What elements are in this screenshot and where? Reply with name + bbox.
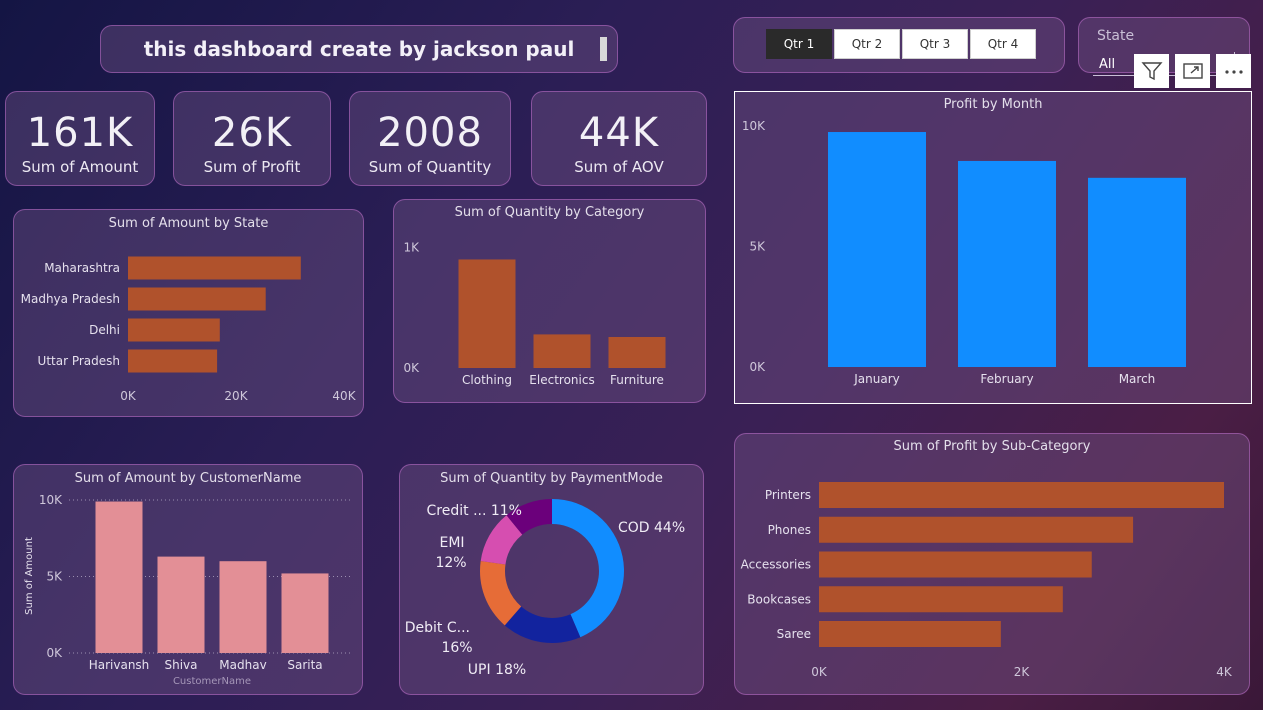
bar bbox=[281, 573, 329, 653]
state-slicer-label: State bbox=[1097, 28, 1135, 44]
kpi-label: Sum of Profit bbox=[203, 158, 301, 176]
category-label: Harivansh bbox=[89, 658, 150, 672]
category-label: Electronics bbox=[529, 373, 594, 387]
quarter-slicer: Qtr 1 Qtr 2 Qtr 3 Qtr 4 bbox=[733, 17, 1065, 73]
text-cursor bbox=[600, 37, 607, 61]
slice-label: COD 44% bbox=[618, 520, 685, 536]
bar bbox=[128, 287, 266, 311]
amount-by-state-svg: Maharashtra Madhya Pradesh Delhi Uttar Prad… bbox=[21, 256, 357, 403]
bar bbox=[1088, 177, 1186, 367]
y-tick-label: 10K bbox=[742, 119, 766, 133]
y-tick-label: 0K bbox=[403, 361, 420, 375]
bar bbox=[819, 586, 1063, 613]
y-tick-label: 0K bbox=[749, 360, 766, 374]
category-label: Maharashtra bbox=[44, 261, 120, 275]
x-tick-label: 20K bbox=[224, 389, 248, 403]
donut-slice bbox=[552, 499, 624, 638]
category-label: Printers bbox=[765, 488, 811, 502]
category-label: Saree bbox=[777, 627, 811, 641]
category-label: Bookcases bbox=[747, 592, 811, 606]
quantity-by-category-svg: Clothing Electronics Furniture 0K 1K bbox=[403, 240, 666, 387]
bar bbox=[458, 259, 516, 368]
y-tick-label: 1K bbox=[403, 240, 420, 254]
bar bbox=[828, 132, 926, 367]
chart-amount-by-customer: Sum of Amount by CustomerName Harivansh S… bbox=[13, 464, 363, 695]
chart-quantity-by-category: Sum of Quantity by Category Clothing Elec… bbox=[393, 199, 706, 403]
x-tick-label: 4K bbox=[1216, 665, 1233, 679]
bar bbox=[819, 516, 1134, 543]
category-label: Phones bbox=[768, 523, 811, 537]
chart-quantity-by-paymentmode: Sum of Quantity by PaymentMode COD 44% UP… bbox=[399, 464, 704, 695]
bar bbox=[219, 561, 267, 653]
x-tick-label: 40K bbox=[332, 389, 356, 403]
bar bbox=[533, 334, 591, 368]
profit-by-month-svg: January February March 0K 5K 10K bbox=[742, 119, 1186, 386]
profit-by-subcategory-svg: Printers Phones Accessories Bookcases Saree 0… bbox=[741, 482, 1233, 679]
amount-by-customer-svg: Harivansh Shiva Madhav Sarita 0K 5K 10K Custome… bbox=[24, 493, 351, 687]
kpi-label: Sum of Quantity bbox=[368, 158, 492, 176]
kpi-value: 26K bbox=[211, 110, 293, 156]
quarter-button-q4[interactable]: Qtr 4 bbox=[970, 29, 1036, 59]
bar bbox=[128, 318, 220, 342]
quarter-button-q1[interactable]: Qtr 1 bbox=[766, 29, 832, 59]
y-tick-label: 5K bbox=[46, 570, 63, 584]
category-label: Madhya Pradesh bbox=[21, 292, 120, 306]
focus-mode-icon[interactable] bbox=[1175, 54, 1210, 88]
category-label: February bbox=[980, 372, 1033, 386]
kpi-value: 44K bbox=[578, 110, 660, 156]
bar bbox=[128, 256, 301, 280]
dashboard-title-card: this dashboard create by jackson paul bbox=[100, 25, 618, 73]
bar bbox=[608, 336, 666, 368]
chart-profit-by-month: Profit by Month January February March 0K 5K… bbox=[734, 91, 1252, 404]
y-tick-label: 0K bbox=[46, 646, 63, 660]
category-label: January bbox=[853, 372, 900, 386]
category-label: Accessories bbox=[741, 558, 811, 572]
bar bbox=[819, 621, 1001, 647]
dashboard-title: this dashboard create by jackson paul bbox=[143, 37, 575, 61]
kpi-card-quantity: 2008 Sum of Quantity bbox=[349, 91, 511, 186]
kpi-value: 2008 bbox=[377, 110, 483, 156]
y-axis-title: Sum of Amount bbox=[24, 537, 35, 615]
category-label: Furniture bbox=[610, 373, 664, 387]
bar bbox=[128, 349, 218, 373]
bar bbox=[157, 556, 205, 653]
kpi-card-profit: 26K Sum of Profit bbox=[173, 91, 331, 186]
slice-label: Debit C... bbox=[405, 620, 470, 636]
category-label: March bbox=[1119, 372, 1156, 386]
quarter-button-q2[interactable]: Qtr 2 bbox=[834, 29, 900, 59]
slice-label: UPI 18% bbox=[468, 662, 526, 678]
chart-amount-by-state: Sum of Amount by State Maharashtra Madhya… bbox=[13, 209, 364, 417]
kpi-label: Sum of AOV bbox=[574, 158, 664, 176]
category-label: Uttar Pradesh bbox=[38, 354, 120, 368]
paymentmode-donut-svg: COD 44% UPI 18% Debit C... 16% EMI 12% Credit … bbox=[405, 499, 685, 678]
category-label: Shiva bbox=[164, 658, 197, 672]
x-tick-label: 2K bbox=[1014, 665, 1031, 679]
x-tick-label: 0K bbox=[120, 389, 137, 403]
bar bbox=[958, 160, 1056, 367]
slice-label: Credit ... 11% bbox=[427, 503, 522, 519]
quarter-button-q3[interactable]: Qtr 3 bbox=[902, 29, 968, 59]
slice-label: 12% bbox=[435, 555, 466, 571]
category-label: Madhav bbox=[219, 658, 266, 672]
bar bbox=[819, 482, 1224, 508]
y-tick-label: 5K bbox=[749, 240, 766, 254]
kpi-value: 161K bbox=[26, 110, 134, 156]
slice-label: EMI bbox=[439, 535, 464, 551]
x-axis-title: CustomerName bbox=[173, 676, 251, 687]
category-label: Sarita bbox=[287, 658, 322, 672]
x-tick-label: 0K bbox=[811, 665, 828, 679]
category-label: Clothing bbox=[462, 373, 512, 387]
bar bbox=[819, 551, 1092, 578]
chart-profit-by-subcategory: Sum of Profit by Sub-Category Printers Ph… bbox=[734, 433, 1250, 695]
kpi-label: Sum of Amount bbox=[21, 158, 139, 176]
filter-icon[interactable] bbox=[1134, 54, 1169, 88]
more-options-icon[interactable] bbox=[1216, 54, 1251, 88]
bar bbox=[95, 501, 143, 653]
y-tick-label: 10K bbox=[39, 493, 63, 507]
kpi-card-aov: 44K Sum of AOV bbox=[531, 91, 707, 186]
slice-label: 16% bbox=[441, 640, 472, 656]
kpi-card-amount: 161K Sum of Amount bbox=[5, 91, 155, 186]
category-label: Delhi bbox=[89, 323, 120, 337]
